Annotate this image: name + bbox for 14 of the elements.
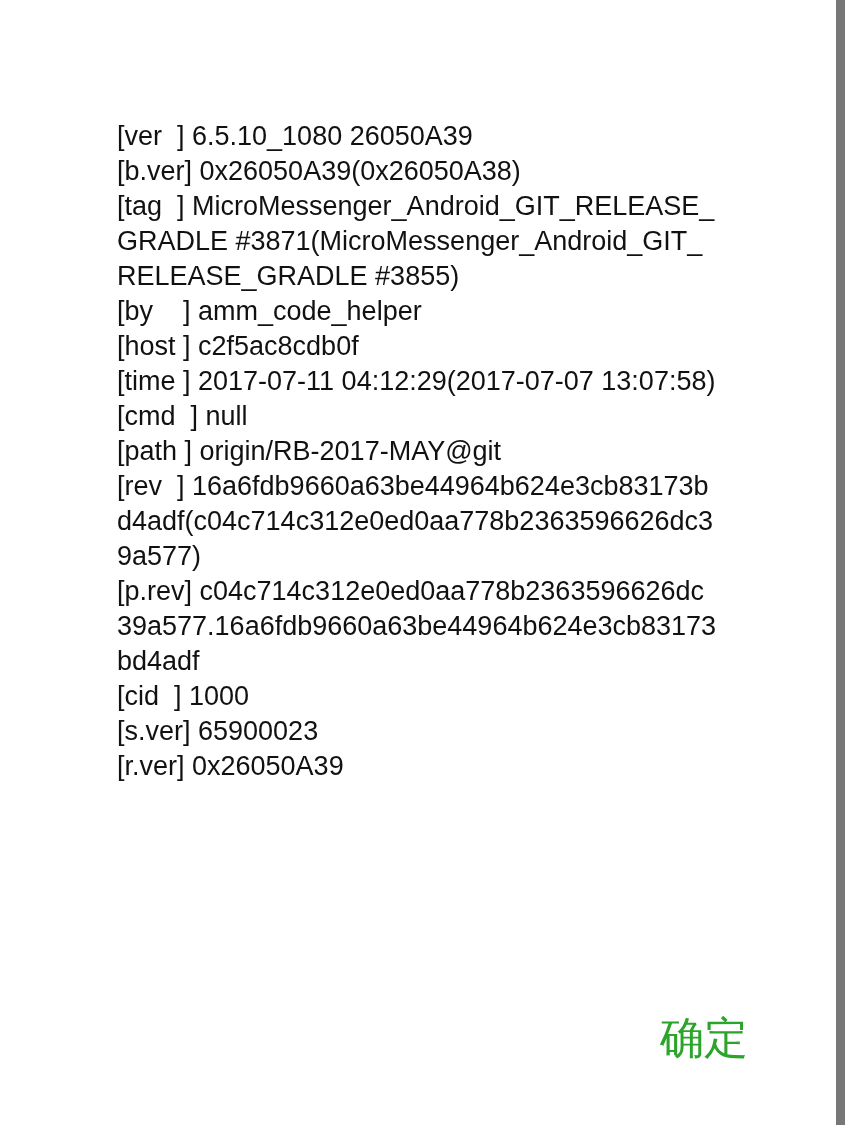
info-line: [rev ] 16a6fdb9660a63be44964b624e3cb83173bd4adf(c04c714c312e0ed0aa778b2363596626dc39a577) (117, 470, 715, 573)
info-line: [cmd ] null (117, 400, 249, 433)
info-line: [r.ver] 0x26050A39 (117, 750, 345, 783)
info-line: [p.rev] c04c714c312e0ed0aa778b2363596626dc39a577.16a6fdb9660a63be44964b624e3cb83173bd4adf (117, 575, 717, 678)
info-line: [time ] 2017-07-11 04:12:29(2017-07-07 13:07:58) (117, 365, 717, 398)
info-line: [path ] origin/RB-2017-MAY@git (117, 435, 503, 468)
info-line: [by ] amm_code_helper (117, 295, 423, 328)
info-line: [tag ] MicroMessenger_Android_GIT_RELEASE_GRADLE #3871(MicroMessenger_Android_GIT_RELEASE_GRADLE #3855) (117, 190, 716, 293)
info-line: [host ] c2f5ac8cdb0f (117, 330, 360, 363)
confirm-button[interactable]: 确定 (660, 1011, 748, 1065)
info-line: [cid ] 1000 (117, 680, 251, 713)
info-line: [b.ver] 0x26050A39(0x26050A38) (117, 155, 522, 188)
info-line: [s.ver] 65900023 (117, 715, 320, 748)
info-line: [ver ] 6.5.10_1080 26050A39 (117, 120, 474, 153)
